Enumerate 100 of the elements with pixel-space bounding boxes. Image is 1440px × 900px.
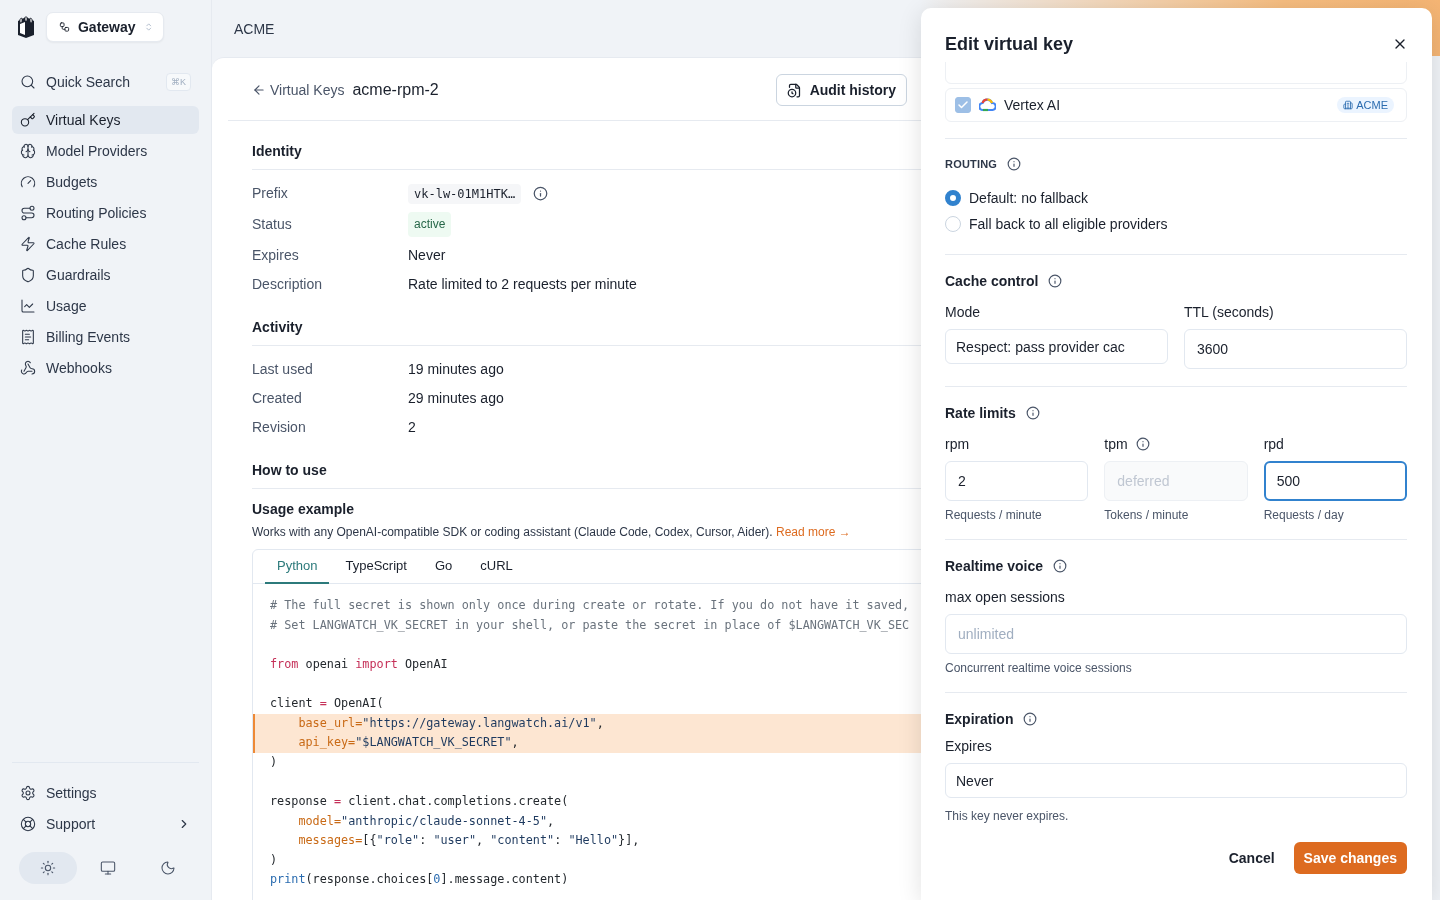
section-title: Cache control (945, 273, 1039, 289)
field-value: Never (408, 246, 446, 265)
language-tab[interactable]: Go (422, 550, 465, 584)
provider-name: Vertex AI (1004, 97, 1061, 113)
routing-option[interactable]: Fall back to all eligible providers (945, 211, 1407, 237)
limit-field[interactable]: 2 (945, 461, 1089, 501)
usage-description: Works with any OpenAI-compatible SDK or coding assistant (Claude Code, Codex, Cursor, Aider). Read more → (252, 525, 851, 539)
sidebar-item[interactable]: Settings (12, 779, 199, 807)
expires-field[interactable]: Never (945, 763, 1407, 798)
drawer-title: Edit virtual key (945, 33, 1074, 55)
audit-history-button[interactable]: Audit history (775, 74, 907, 106)
route-icon (20, 205, 36, 221)
info-icon[interactable] (1048, 274, 1063, 288)
field-label: Mode (945, 304, 981, 320)
sidebar-item[interactable]: Webhooks (12, 354, 199, 382)
cloud-icon (979, 98, 996, 112)
brain-icon (20, 143, 36, 159)
check-icon (957, 99, 969, 111)
field-value: 19 minutes ago (408, 360, 504, 379)
logo-icon (16, 15, 36, 39)
code-line: messages=[{"role": "user", "content": "Hello"}], (298, 832, 640, 850)
mode-select[interactable]: Respect: pass provider cac (945, 329, 1168, 364)
sidebar-item[interactable]: Billing Events (12, 323, 199, 351)
field-hint: Tokens / minute (1104, 508, 1190, 522)
checkbox[interactable] (955, 97, 971, 113)
org-tag: ACME (1337, 97, 1394, 113)
workspace-selector[interactable]: Gateway (46, 12, 164, 42)
field-label: tpm (1104, 436, 1128, 452)
sidebar-item[interactable]: Model Providers (12, 137, 199, 165)
status-badge: active (408, 212, 452, 237)
shortcut-hint: ⌘K (166, 73, 191, 91)
lightning-icon (20, 236, 36, 252)
section-title: Activity (252, 319, 303, 337)
language-tab[interactable]: cURL (468, 550, 525, 584)
field-hint: Requests / minute (945, 508, 1043, 522)
section-title: Realtime voice (945, 558, 1044, 574)
routing-option[interactable]: Default: no fallback (945, 185, 1407, 211)
ttl-field[interactable]: 3600 (1184, 329, 1407, 369)
back-link[interactable]: Virtual Keys (252, 82, 345, 98)
field-label: TTL (seconds) (1184, 304, 1274, 320)
field-label: rpm (945, 436, 970, 452)
key-icon (20, 112, 36, 128)
file-clock-icon (786, 82, 802, 98)
sidebar-item[interactable]: Support (12, 810, 199, 838)
field-label: Prefix (252, 184, 289, 203)
building-icon (1343, 100, 1354, 110)
code-line: ) (270, 851, 278, 869)
field-value: 29 minutes ago (408, 389, 504, 408)
moon-icon (160, 860, 176, 876)
field-label: Last used (252, 360, 314, 379)
field-label: Created (252, 389, 303, 408)
field-value: 2 (408, 418, 416, 437)
code-line: # The full secret is shown only once during create or rotate. If you do not have it saved, (270, 597, 910, 614)
sidebar-item[interactable]: Routing Policies (12, 199, 199, 227)
line-chart-icon (20, 298, 36, 314)
sessions-field[interactable]: unlimited (945, 614, 1407, 654)
field-hint: Requests / day (1263, 508, 1345, 522)
info-icon[interactable] (1023, 712, 1038, 726)
read-more-link[interactable]: Read more → (776, 525, 851, 539)
language-tab[interactable]: Python (265, 550, 330, 584)
monitor-icon (100, 860, 116, 876)
language-tab[interactable]: TypeScript (333, 550, 419, 584)
code-line: base_url="https://gateway.langwatch.ai/v1", (298, 714, 604, 732)
info-icon[interactable] (1007, 157, 1022, 171)
code-line: client = OpenAI( (270, 694, 384, 712)
code-line: model="anthropic/claude-sonnet-4-5", (298, 812, 555, 830)
sun-icon (40, 860, 56, 876)
workflow-icon (59, 20, 70, 34)
field-label: rpd (1263, 436, 1284, 452)
section-title: Rate limits (945, 405, 1016, 421)
section-title: Expiration (945, 711, 1014, 727)
sidebar-item[interactable]: Cache Rules (12, 230, 199, 258)
code-line: response = client.chat.completions.create( (270, 792, 569, 810)
sidebar-item[interactable]: Guardrails (12, 261, 199, 289)
webhook-icon (20, 360, 36, 376)
cancel-button[interactable]: Cancel (1219, 842, 1284, 874)
section-title: ROUTING (945, 158, 998, 170)
field-label: Expires (252, 246, 300, 265)
field-label: max open sessions (945, 589, 1065, 605)
field-label: Description (252, 275, 324, 294)
sidebar-item[interactable]: Usage (12, 292, 199, 320)
org-name: ACME (234, 20, 275, 37)
code-line: api_key="$LANGWATCH_VK_SECRET", (298, 734, 519, 752)
code-line: from openai import OpenAI (270, 655, 448, 673)
info-icon[interactable] (533, 186, 549, 201)
receipt-icon (20, 329, 36, 345)
quick-search[interactable]: Quick Search ⌘K (12, 68, 199, 96)
info-icon[interactable] (1025, 406, 1040, 420)
field-hint: This key never expires. (945, 809, 1070, 823)
sidebar-item[interactable]: Budgets (12, 168, 199, 196)
code-line: print(response.choices[0].message.content) (270, 871, 569, 889)
field-hint: Concurrent realtime voice sessions (945, 661, 1133, 675)
info-icon[interactable] (1053, 559, 1068, 573)
sidebar-item[interactable]: Virtual Keys (12, 106, 199, 134)
limit-field[interactable]: 500 (1263, 461, 1407, 501)
key-prefix: vk-lw-01M1HTK… (408, 183, 522, 204)
section-title: How to use (252, 462, 327, 480)
shield-icon (20, 267, 36, 283)
code-line: # Set LANGWATCH_VK_SECRET in your shell, or paste the secret in place of $LANGWATCH_VK_SEC (270, 616, 910, 634)
field-label: Status (252, 215, 293, 234)
